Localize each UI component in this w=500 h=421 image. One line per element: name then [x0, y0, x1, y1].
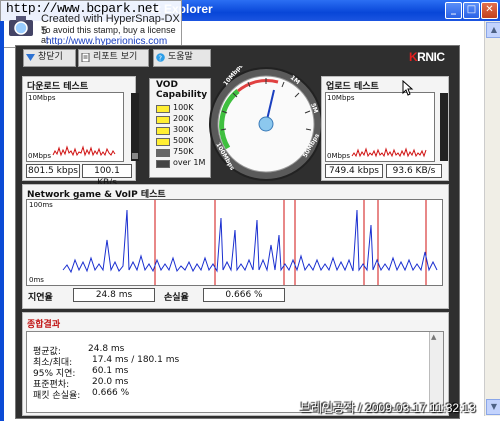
mouse-cursor-icon — [402, 80, 414, 96]
download-kbps-value: 801.5 kbps — [26, 164, 80, 178]
download-graph-plot — [52, 145, 116, 157]
hypersnap-stamp: http://www.bcpark.net Created with Hyper… — [0, 0, 182, 48]
summary-row-loss: 패킷 손실율: 0.666 % — [33, 388, 130, 401]
network-panel: Network game & VoIP 테스트 100ms 0ms 지연율 24… — [22, 184, 449, 309]
vod-swatch — [156, 149, 170, 157]
vod-title-line2: Capability — [156, 90, 208, 100]
latency-value: 24.8 ms — [73, 288, 155, 302]
footer-timestamp-stamp: 브레인공작 / 2009-03-17 11:32:13 — [300, 401, 476, 415]
upload-graph-plot — [351, 147, 427, 158]
summary-scroll-up-icon: ▲ — [431, 333, 437, 341]
document-icon — [81, 53, 90, 62]
upload-graph: 10Mbps 0Mbps — [325, 92, 448, 162]
camera-icon — [9, 16, 33, 36]
maximize-button[interactable]: □ — [463, 2, 480, 19]
upload-title: 업로드 테스트 — [326, 82, 379, 92]
minimize-button[interactable]: _ — [445, 2, 462, 19]
window-left-border — [0, 21, 4, 421]
help-icon: ? — [156, 53, 165, 62]
vod-swatch — [156, 160, 170, 168]
vod-title-line1: VOD — [156, 80, 178, 90]
help-button[interactable]: ? 도움말 — [153, 49, 211, 67]
download-kbs-value: 100.1 KB/s — [82, 164, 132, 188]
network-latency-plot — [62, 200, 438, 285]
report-label: 리포트 보기 — [93, 52, 138, 62]
toolbar: 창닫기 리포트 보기 ? 도움말 — [23, 49, 238, 67]
summary-title: 종합결과 — [27, 320, 61, 330]
vod-swatch — [156, 105, 170, 113]
vod-capability-panel: VOD Capability 100K 200K 300K 500K 750K … — [149, 78, 211, 178]
vertical-scrollbar[interactable]: ▲ ▼ — [484, 21, 500, 416]
upload-level-bar — [440, 93, 448, 161]
speed-gauge: 10Mbps 1M 5M 50Mbps 100Mbps — [209, 66, 323, 181]
speed-test-app: 창닫기 리포트 보기 ? 도움말 KRNIC 다운로드 테스트 10Mbps 0… — [15, 45, 460, 419]
arrow-down-icon — [26, 54, 35, 61]
loss-label: 손실율 — [164, 293, 189, 303]
vod-swatch — [156, 116, 170, 124]
download-graph: 10Mbps 0Mbps — [26, 92, 139, 162]
scroll-up-button[interactable]: ▲ — [486, 22, 500, 38]
close-button[interactable]: ✕ — [481, 2, 498, 19]
upload-panel: 업로드 테스트 10Mbps 0Mbps 749.4 kbps 93.6 KB/… — [321, 76, 449, 181]
latency-label: 지연율 — [28, 293, 53, 303]
download-level-bar — [131, 93, 139, 161]
vod-title: VOD Capability — [156, 80, 207, 100]
vod-swatch — [156, 127, 170, 135]
close-window-button[interactable]: 창닫기 — [23, 49, 76, 67]
svg-text:?: ? — [158, 55, 162, 63]
upload-kbs-value: 93.6 KB/s — [386, 164, 442, 178]
scroll-down-button[interactable]: ▼ — [486, 399, 500, 415]
report-button[interactable]: 리포트 보기 — [78, 49, 149, 67]
download-title: 다운로드 테스트 — [27, 82, 89, 92]
help-label: 도움말 — [168, 52, 193, 62]
krnic-logo: KRNIC — [409, 50, 445, 64]
krnic-logo-text: RNIC — [417, 50, 445, 64]
download-panel: 다운로드 테스트 10Mbps 0Mbps 801.5 kbps 100.1 K… — [22, 76, 139, 188]
loss-value: 0.666 % — [203, 288, 285, 302]
network-graph: 100ms 0ms — [26, 199, 443, 286]
close-window-label: 창닫기 — [38, 52, 63, 62]
vod-swatch — [156, 138, 170, 146]
upload-kbps-value: 749.4 kbps — [325, 164, 383, 178]
